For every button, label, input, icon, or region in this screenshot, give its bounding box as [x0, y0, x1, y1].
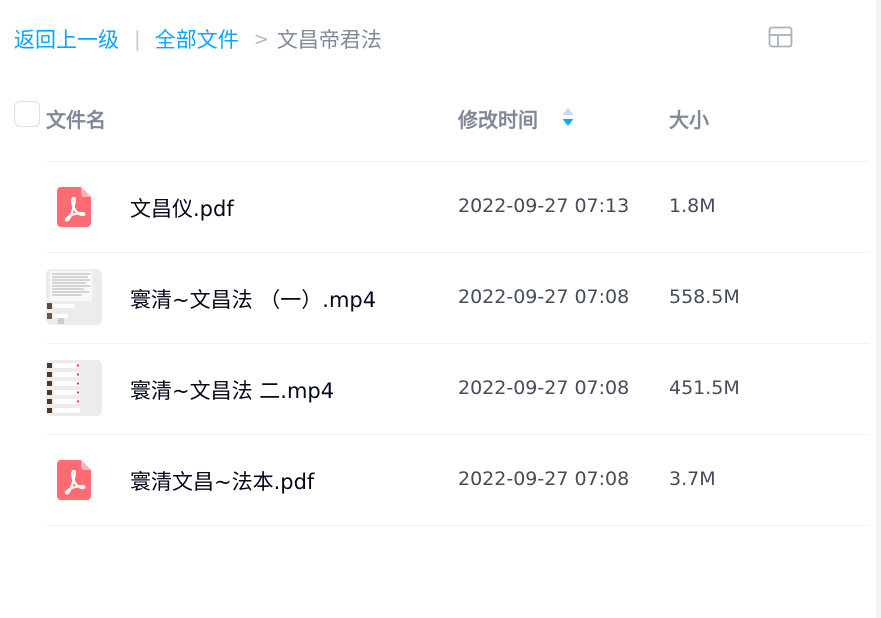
file-row[interactable]: 寰清~文昌法 （一）.mp4 2022-09-27 07:08 558.5M [46, 253, 869, 344]
file-size: 558.5M [669, 286, 740, 308]
file-size: 3.7M [669, 468, 716, 490]
time-column-header[interactable]: 修改时间 [458, 104, 538, 133]
file-name[interactable]: 寰清~文昌法 二.mp4 [130, 375, 334, 405]
back-link[interactable]: 返回上一级 [14, 24, 119, 54]
pdf-icon [57, 460, 91, 500]
sort-icon[interactable] [561, 106, 575, 128]
file-list-header: 文件名 修改时间 大小 [0, 96, 881, 140]
video-thumbnail [46, 269, 102, 325]
file-modified-time: 2022-09-27 07:08 [458, 468, 630, 490]
file-name[interactable]: 寰清文昌~法本.pdf [130, 466, 314, 496]
file-modified-time: 2022-09-27 07:08 [458, 286, 630, 308]
size-column-header[interactable]: 大小 [669, 104, 709, 133]
file-browser: 返回上一级 | 全部文件 > 文昌帝君法 文件名 修改时间 大小 文昌仪.pdf [0, 0, 881, 618]
video-thumbnail [46, 360, 102, 416]
pdf-icon [57, 187, 91, 227]
breadcrumb-arrow: > [253, 28, 269, 50]
breadcrumb: 返回上一级 | 全部文件 > 文昌帝君法 [14, 22, 382, 56]
file-row[interactable]: 寰清文昌~法本.pdf 2022-09-27 07:08 3.7M [46, 435, 869, 526]
file-modified-time: 2022-09-27 07:08 [458, 377, 630, 399]
breadcrumb-divider: | [134, 27, 141, 51]
file-size: 451.5M [669, 377, 740, 399]
file-name[interactable]: 寰清~文昌法 （一）.mp4 [130, 284, 376, 314]
file-modified-time: 2022-09-27 07:13 [458, 195, 630, 217]
scrollbar[interactable] [876, 0, 881, 618]
grid-view-icon[interactable] [768, 26, 793, 48]
name-column-header[interactable]: 文件名 [46, 104, 106, 133]
current-folder-label: 文昌帝君法 [276, 28, 382, 52]
file-name[interactable]: 文昌仪.pdf [130, 193, 234, 223]
file-row[interactable]: 寰清~文昌法 二.mp4 2022-09-27 07:08 451.5M [46, 344, 869, 435]
all-files-link[interactable]: 全部文件 [155, 24, 239, 54]
file-list: 文昌仪.pdf 2022-09-27 07:13 1.8M 寰清~文昌法 （一）… [46, 161, 869, 526]
select-all-checkbox[interactable] [14, 101, 40, 127]
file-row[interactable]: 文昌仪.pdf 2022-09-27 07:13 1.8M [46, 162, 869, 253]
file-size: 1.8M [669, 195, 716, 217]
